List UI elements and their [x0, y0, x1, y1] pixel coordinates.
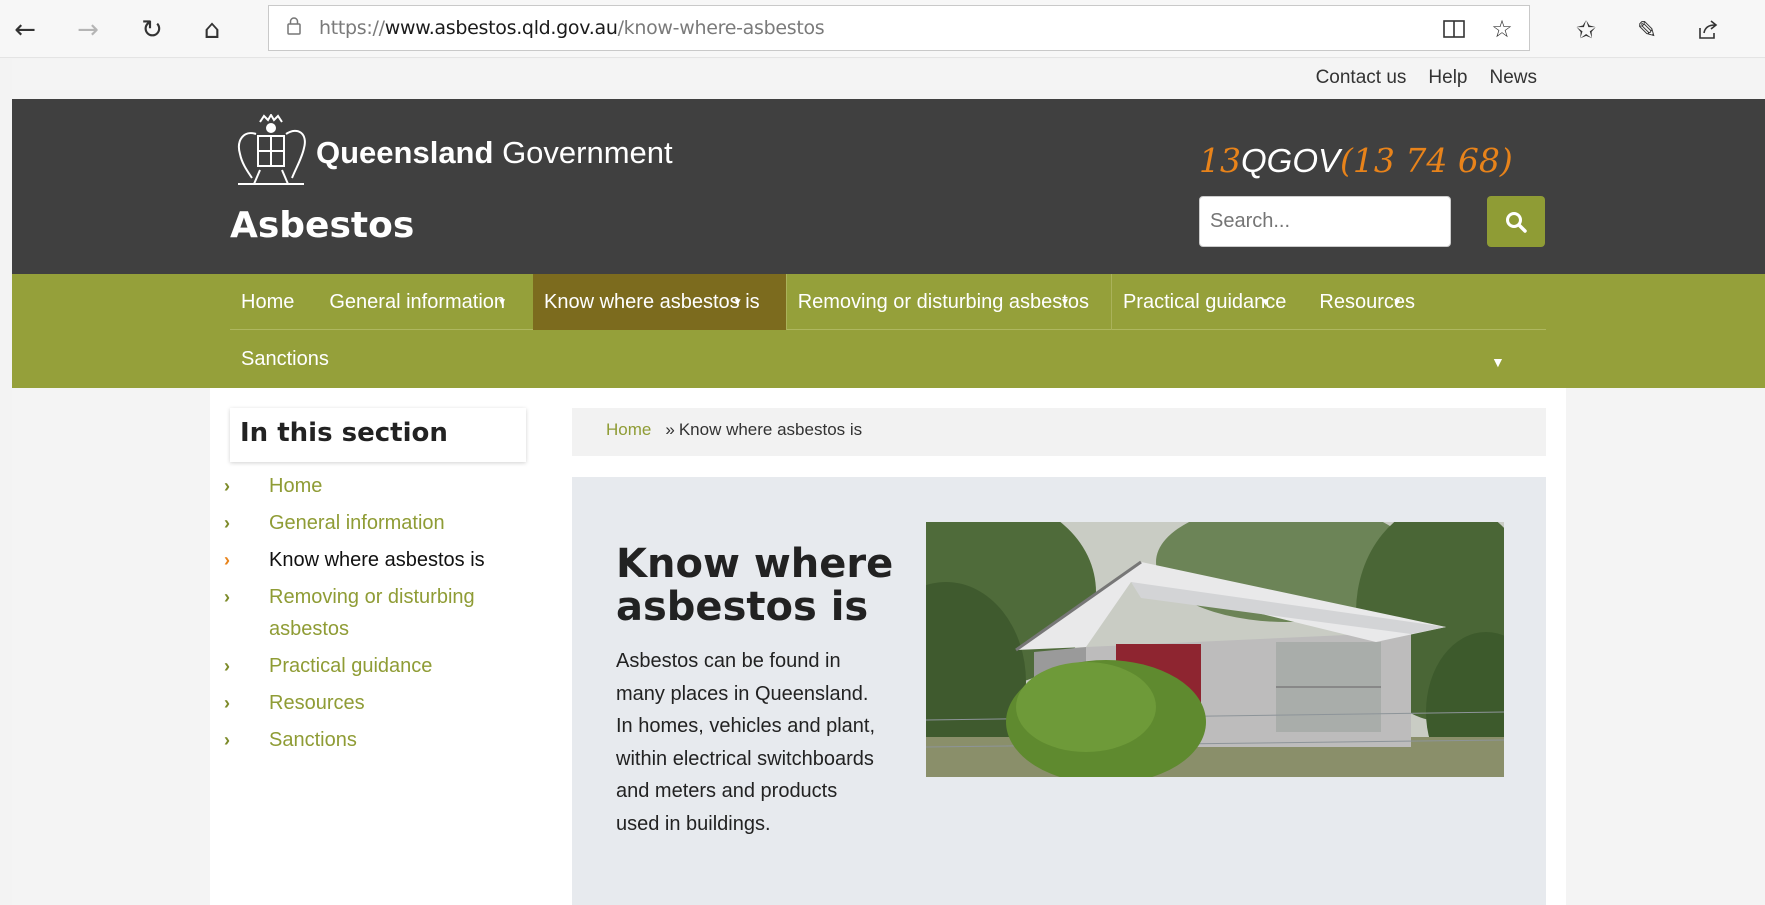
qld-gov-logo[interactable]: Queensland Government — [230, 114, 673, 192]
share-icon[interactable] — [1688, 10, 1728, 50]
chevron-right-icon: › — [224, 587, 230, 607]
chevron-right-icon: › — [224, 693, 230, 713]
chevron-right-icon: › — [224, 476, 230, 496]
content-area: In this section › Home › General informati… — [210, 388, 1566, 905]
lock-icon — [269, 16, 319, 40]
page-title: Know where asbestos is — [616, 541, 894, 630]
search-button[interactable] — [1487, 196, 1545, 247]
sidebar-item-practical-guidance[interactable]: › Practical guidance — [224, 650, 544, 682]
nav-removing-or-disturbing-asbestos[interactable]: Removing or disturbing asbestos ▼ — [785, 274, 1111, 330]
favorites-list-icon[interactable]: ✩ — [1566, 10, 1606, 50]
sidebar-item-sanctions[interactable]: › Sanctions — [224, 724, 544, 756]
nav-sanctions[interactable]: Sanctions — [230, 331, 340, 387]
favorite-star-icon[interactable]: ☆ — [1485, 12, 1519, 46]
web-page: Contact us Help News Queensland Governme… — [12, 59, 1765, 905]
news-link[interactable]: News — [1489, 67, 1537, 89]
site-title[interactable]: Asbestos — [230, 205, 414, 246]
nav-home[interactable]: Home — [230, 274, 305, 330]
url-text: https://www.asbestos.qld.gov.au/know-whe… — [319, 17, 825, 39]
caret-down-icon[interactable]: ▼ — [1491, 354, 1505, 370]
section-nav: › Home › General information › Know where a… — [224, 470, 544, 761]
breadcrumb-separator: » — [665, 420, 675, 439]
site-header: Queensland Government Asbestos 13QGOV(13… — [12, 99, 1765, 274]
refresh-icon[interactable]: ↻ — [132, 10, 172, 50]
caret-down-icon: ▼ — [497, 297, 508, 308]
reading-view-icon[interactable] — [1437, 12, 1471, 46]
nav-practical-guidance[interactable]: Practical guidance ▼ — [1110, 274, 1308, 330]
chevron-right-icon: › — [224, 656, 230, 676]
help-link[interactable]: Help — [1428, 67, 1467, 89]
caret-down-icon: ▼ — [1392, 297, 1402, 308]
nav-know-where-asbestos-is[interactable]: Know where asbestos is ▼ — [533, 274, 786, 330]
chevron-right-icon: › — [224, 550, 230, 570]
browser-toolbar: ← → ↻ ⌂ https://www.asbestos.qld.gov.au/… — [0, 0, 1765, 58]
breadcrumb-current: Know where asbestos is — [678, 420, 863, 439]
section-title: In this section — [230, 408, 526, 462]
breadcrumb-home-link[interactable]: Home — [606, 420, 651, 439]
hero-panel: Know where asbestos is Asbestos can be f… — [572, 477, 1546, 905]
contact-us-link[interactable]: Contact us — [1316, 67, 1407, 89]
main-navigation: Home General information ▼ Know where asb… — [12, 274, 1765, 388]
home-icon[interactable]: ⌂ — [192, 10, 232, 50]
breadcrumb: Home » Know where asbestos is — [572, 408, 1546, 456]
forward-arrow-icon[interactable]: → — [68, 10, 108, 50]
caret-down-icon: ▼ — [732, 297, 743, 308]
house-photo — [926, 522, 1504, 777]
address-bar[interactable]: https://www.asbestos.qld.gov.au/know-whe… — [268, 5, 1530, 51]
sidebar-item-removing-or-disturbing-asbestos[interactable]: › Removing or disturbing asbestos — [224, 581, 484, 645]
back-arrow-icon[interactable]: ← — [5, 10, 45, 50]
search-input[interactable] — [1199, 196, 1451, 247]
chevron-right-icon: › — [224, 513, 230, 533]
caret-down-icon: ▼ — [1060, 297, 1070, 308]
search-icon — [1506, 211, 1527, 233]
pen-icon[interactable]: ✎ — [1627, 10, 1667, 50]
coat-of-arms-icon — [238, 114, 306, 185]
intro-text: Asbestos can be found in many places in … — [616, 650, 876, 835]
utility-bar: Contact us Help News — [12, 59, 1765, 99]
nav-resources[interactable]: Resources ▼ — [1308, 274, 1426, 330]
sidebar-item-general-information[interactable]: › General information — [224, 507, 544, 539]
phone-number[interactable]: 13QGOV(13 74 68) — [1199, 141, 1513, 180]
sidebar-item-know-where-asbestos-is[interactable]: › Know where asbestos is — [224, 544, 544, 576]
sidebar-item-home[interactable]: › Home — [224, 470, 544, 502]
nav-general-information[interactable]: General information ▼ — [305, 274, 533, 330]
chevron-right-icon: › — [224, 730, 230, 750]
sidebar-item-resources[interactable]: › Resources — [224, 687, 544, 719]
caret-down-icon: ▼ — [1260, 297, 1271, 308]
